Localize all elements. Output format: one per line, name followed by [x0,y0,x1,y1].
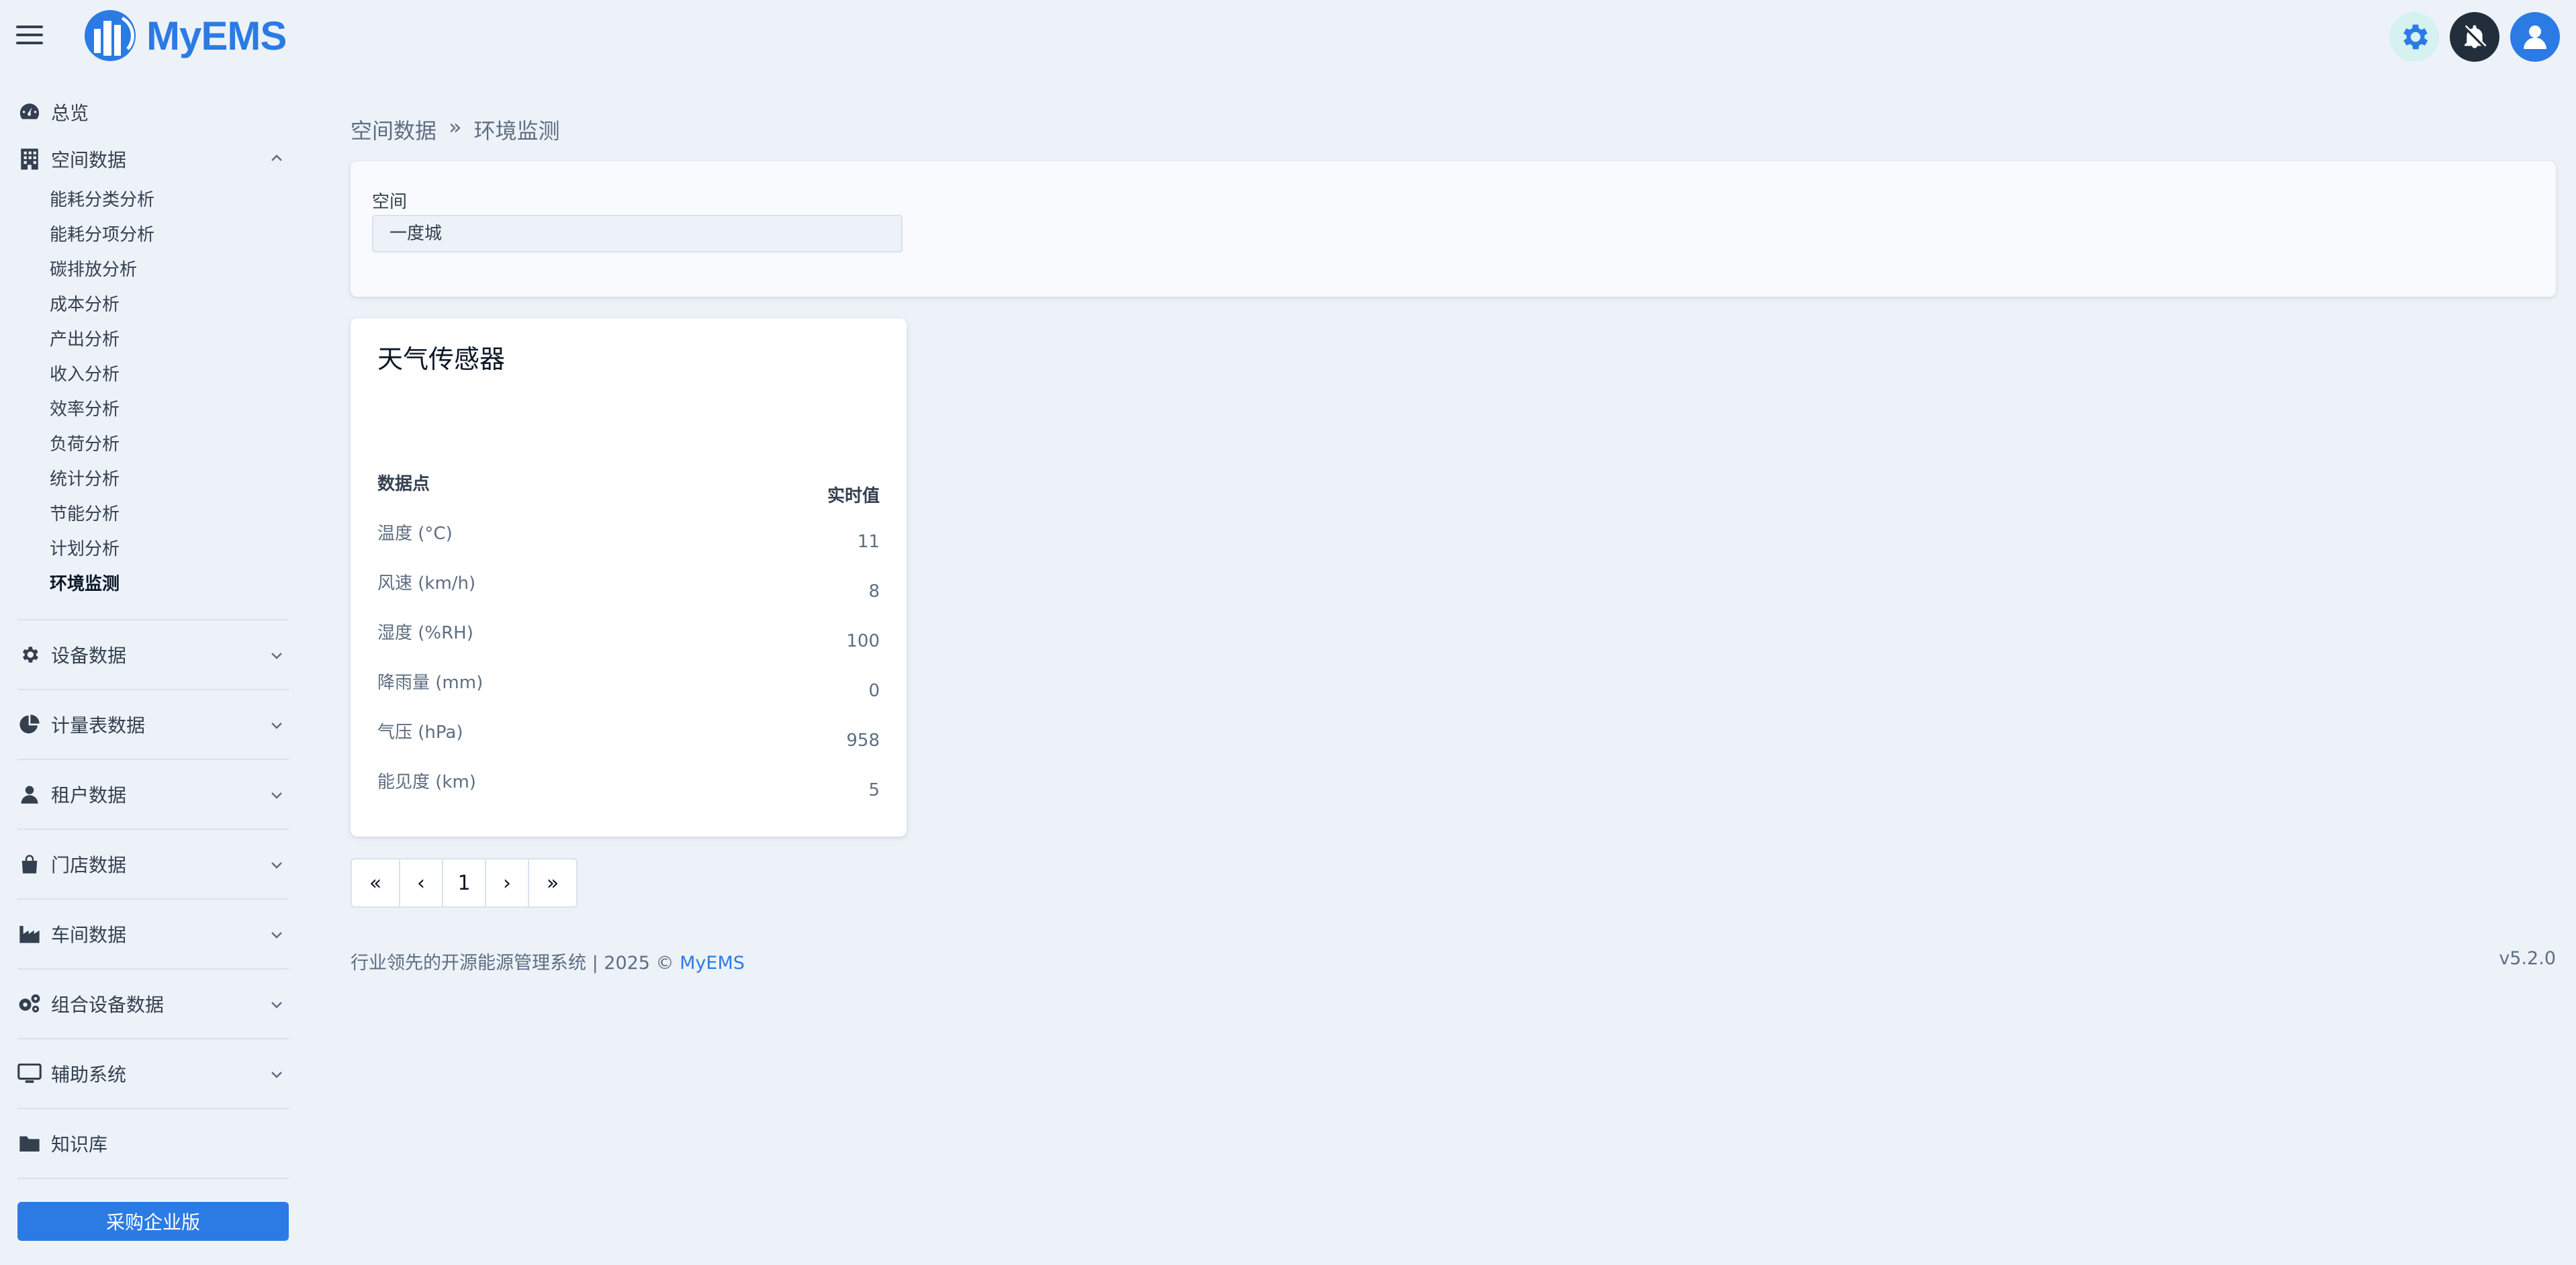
column-header-point: 数据点 [377,474,430,494]
sidebar-subitem-environment[interactable]: 环境监测 [50,567,289,602]
sidebar-subitem-output[interactable]: 产出分析 [50,322,289,357]
gear-icon [2403,24,2428,50]
sidebar-subitem-energy-category[interactable]: 能耗分类分析 [50,183,289,218]
data-point-value: 11 [857,532,880,552]
footer-text: 行业领先的开源能源管理系统 | 2025 © MyEMS [351,948,745,974]
page-last-button[interactable]: » [528,858,578,908]
myems-logo-icon [85,10,136,61]
data-point-value: 100 [846,631,880,651]
user-avatar-button[interactable] [2510,12,2560,62]
sidebar-item-label: 设备数据 [51,645,127,667]
cogs-icon [17,992,42,1016]
data-point-name: 降雨量 (mm) [377,673,484,693]
data-point-value: 0 [868,681,880,701]
chevron-down-icon [271,932,282,939]
chevron-down-icon [271,792,282,799]
sidebar-subitem-plan[interactable]: 计划分析 [50,532,289,567]
chevron-down-icon [271,1002,282,1009]
column-header-value: 实时值 [827,486,880,506]
brand-name: MyEMS [146,13,287,58]
building-icon [17,147,42,171]
version-label: v5.2.0 [2499,948,2556,969]
notifications-button[interactable] [2450,12,2499,62]
data-point-value: 5 [868,780,880,800]
footer-myems-link[interactable]: MyEMS [680,953,745,974]
footer-copyright: 行业领先的开源能源管理系统 | 2025 © [351,953,680,974]
sidebar-item-equipment[interactable]: 设备数据 [17,620,289,689]
sidebar-item-combined-equipment[interactable]: 组合设备数据 [17,970,289,1038]
sidebar-subitem-energy-item[interactable]: 能耗分项分析 [50,218,289,252]
sidebar-item-label: 租户数据 [51,784,127,806]
sidebar-item-store[interactable]: 门店数据 [17,830,289,898]
chevron-down-icon [271,722,282,729]
sidebar-item-knowledge-base[interactable]: 知识库 [17,1109,289,1178]
page-first-button[interactable]: « [351,858,400,908]
data-point-name: 风速 (km/h) [377,573,476,594]
pie-chart-icon [17,712,42,737]
buy-enterprise-button[interactable]: 采购企业版 [17,1202,289,1241]
user-icon [17,782,42,806]
filter-card: 空间 一度城 [351,161,2556,297]
sidebar-item-label: 门店数据 [51,854,127,876]
menu-toggle-button[interactable] [16,26,46,46]
sidebar-item-space[interactable]: 空间数据 [0,141,289,177]
user-icon [2524,26,2546,49]
sidebar-item-auxiliary[interactable]: 辅助系统 [17,1039,289,1108]
gear-icon [17,643,42,667]
data-point-name: 能见度 (km) [377,772,476,792]
breadcrumb-current: 环境监测 [473,118,560,144]
desktop-icon [17,1062,42,1086]
bell-slash-icon [2463,25,2487,48]
shopping-bag-icon [17,852,42,876]
sidebar: 总览 空间数据 能耗分类分析 能耗分项分析 碳排放分析 成本分析 产出分析 收入… [0,94,289,1179]
sidebar-item-label: 知识库 [51,1133,108,1156]
data-point-name: 气压 (hPa) [377,722,463,743]
sidebar-item-label: 车间数据 [51,924,127,946]
sensor-title: 天气传感器 [377,344,506,374]
sidebar-subitem-efficiency[interactable]: 效率分析 [50,392,289,427]
space-label: 空间 [372,192,408,212]
sidebar-subitem-load[interactable]: 负荷分析 [50,427,289,462]
sidebar-item-overview[interactable]: 总览 [0,94,289,130]
chevron-down-icon [271,1072,282,1078]
data-point-name: 湿度 (%RH) [377,623,473,643]
sidebar-item-meter[interactable]: 计量表数据 [17,690,289,759]
chevron-down-icon [271,653,282,659]
dashboard-icon [17,100,42,124]
data-point-value: 8 [868,581,880,602]
data-point-name: 温度 (°C) [377,524,453,544]
sidebar-subitem-cost[interactable]: 成本分析 [50,287,289,322]
weather-sensor-card: 天气传感器 数据点 实时值 温度 (°C) 11 风速 (km/h) 8 湿度 … [351,318,907,837]
folder-icon [17,1131,42,1156]
breadcrumb-parent[interactable]: 空间数据 [351,114,436,145]
space-select[interactable]: 一度城 [372,215,903,252]
sidebar-subitem-income[interactable]: 收入分析 [50,357,289,392]
brand-logo[interactable]: MyEMS [83,7,287,64]
chevron-up-icon [271,154,282,161]
sidebar-item-label: 空间数据 [51,149,127,171]
settings-button[interactable] [2389,12,2439,62]
sidebar-item-tenant[interactable]: 租户数据 [17,760,289,829]
page-prev-button[interactable]: ‹ [399,858,443,908]
sidebar-item-label: 组合设备数据 [51,994,165,1016]
sidebar-item-label: 计量表数据 [51,714,146,737]
industry-icon [17,922,42,946]
sidebar-item-label: 辅助系统 [51,1064,127,1086]
sidebar-item-workshop[interactable]: 车间数据 [17,900,289,968]
page-number-button[interactable]: 1 [442,858,486,908]
chevron-down-icon [271,862,282,869]
page-next-button[interactable]: › [485,858,529,908]
breadcrumb: 空间数据 » 环境监测 [351,114,560,145]
data-point-value: 958 [846,731,880,751]
breadcrumb-separator: » [449,114,462,140]
space-submenu: 能耗分类分析 能耗分项分析 碳排放分析 成本分析 产出分析 收入分析 效率分析 … [0,183,289,602]
sidebar-subitem-saving[interactable]: 节能分析 [50,497,289,532]
sidebar-subitem-carbon[interactable]: 碳排放分析 [50,252,289,287]
sidebar-item-label: 总览 [51,102,89,124]
sidebar-subitem-statistics[interactable]: 统计分析 [50,462,289,497]
pagination: « ‹ 1 › » [351,858,578,908]
